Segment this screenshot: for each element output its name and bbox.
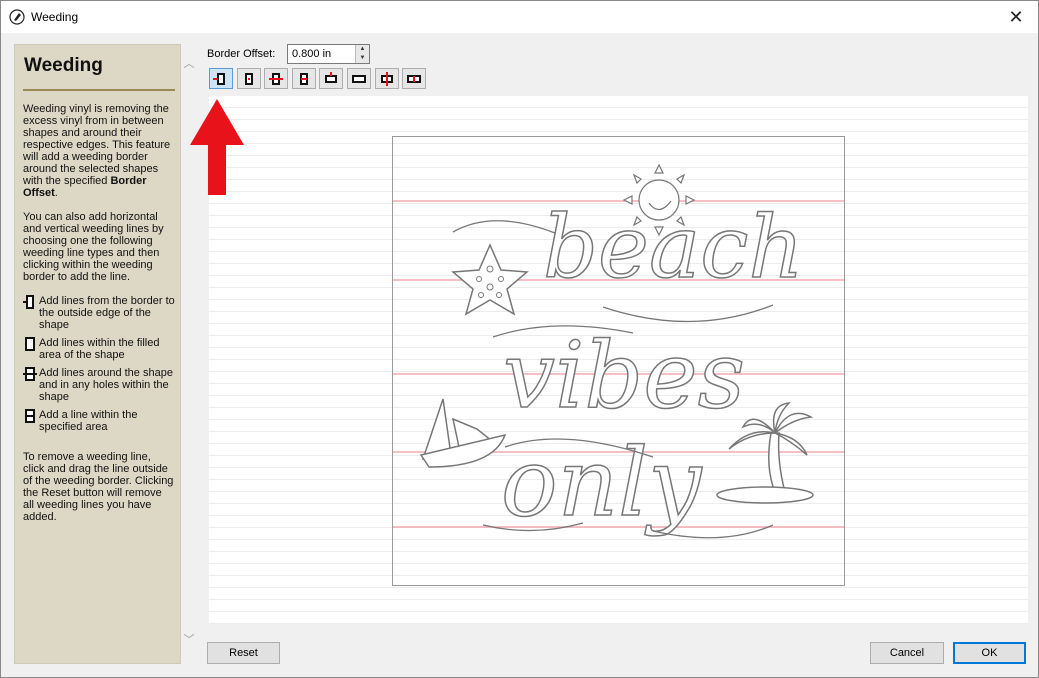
artwork-only: only [501, 429, 703, 538]
within-area-icon [299, 72, 308, 85]
scroll-down-icon[interactable]: ﹀ [181, 632, 197, 648]
help-paragraph-remove: To remove a weeding line, click and drag… [23, 451, 174, 523]
starfish-icon [451, 243, 529, 316]
border-to-outside-horizontal-icon [325, 71, 338, 83]
tool-border-to-outside-button[interactable] [209, 68, 233, 89]
tool-around-shape-horizontal-button[interactable] [374, 68, 399, 89]
sailboat-icon [419, 398, 507, 468]
help-paragraph-lines: You can also add horizontal and vertical… [23, 211, 164, 283]
close-icon[interactable]: ✕ [994, 1, 1038, 33]
border-to-outside-icon [213, 72, 225, 85]
border-to-outside-icon [23, 295, 34, 309]
within-filled-horizontal-icon [351, 74, 366, 83]
artwork-vibes: vibes [503, 322, 745, 429]
design-artwork: beach vibes only [393, 163, 844, 539]
scroll-up-icon[interactable]: ︿ [181, 56, 197, 72]
title-bar: Weeding ✕ [1, 1, 1038, 33]
app-pen-icon [9, 9, 25, 25]
around-shape-icon [269, 72, 284, 85]
tool-around-shape-button[interactable] [264, 68, 289, 89]
border-offset-field[interactable]: ▲ ▼ [287, 44, 370, 64]
artwork-beach: beach [543, 198, 804, 298]
window-title: Weeding [31, 10, 79, 24]
cancel-button[interactable]: Cancel [870, 642, 944, 664]
help-title: Weeding [23, 55, 175, 91]
legend-item-border-to-outside: Add lines from the border to the outside… [23, 295, 175, 331]
border-offset-spinner[interactable]: ▲ ▼ [355, 45, 369, 63]
within-area-icon [25, 409, 35, 423]
tool-border-to-outside-horizontal-button[interactable] [319, 68, 344, 89]
legend-item-within-filled: Add lines within the filled area of the … [23, 337, 175, 361]
reset-button[interactable]: Reset [207, 642, 280, 664]
around-shape-horizontal-icon [380, 71, 393, 86]
tool-within-area-horizontal-button[interactable] [402, 68, 427, 89]
annotation-arrow [190, 99, 244, 195]
legend-item-around-shape: Add lines around the shape and in any ho… [23, 367, 175, 403]
weeding-canvas[interactable]: beach vibes only [209, 96, 1028, 624]
border-offset-label: Border Offset: [207, 48, 276, 60]
spin-down-icon[interactable]: ▼ [356, 54, 369, 63]
artboard: beach vibes only [392, 136, 845, 586]
help-paragraph-intro: Weeding vinyl is removing the excess vin… [23, 103, 171, 199]
help-panel: Weeding Weeding vinyl is removing the ex… [14, 44, 181, 664]
around-shape-icon [23, 367, 37, 381]
tool-within-filled-button[interactable] [236, 68, 261, 89]
help-body: Weeding vinyl is removing the excess vin… [23, 103, 175, 523]
weeding-line-toolbar [209, 68, 430, 90]
within-area-horizontal-icon [407, 74, 422, 83]
within-filled-icon [244, 72, 253, 85]
tool-within-area-button[interactable] [291, 68, 316, 89]
spin-up-icon[interactable]: ▲ [356, 45, 369, 54]
within-filled-icon [25, 337, 35, 351]
weeding-dialog: Weeding ✕ Weeding Weeding vinyl is remov… [0, 0, 1039, 678]
tool-within-filled-horizontal-button[interactable] [346, 68, 371, 89]
legend-item-within-area: Add a line within the specified area [23, 409, 175, 433]
border-offset-input[interactable] [288, 45, 356, 63]
ok-button[interactable]: OK [953, 642, 1026, 664]
